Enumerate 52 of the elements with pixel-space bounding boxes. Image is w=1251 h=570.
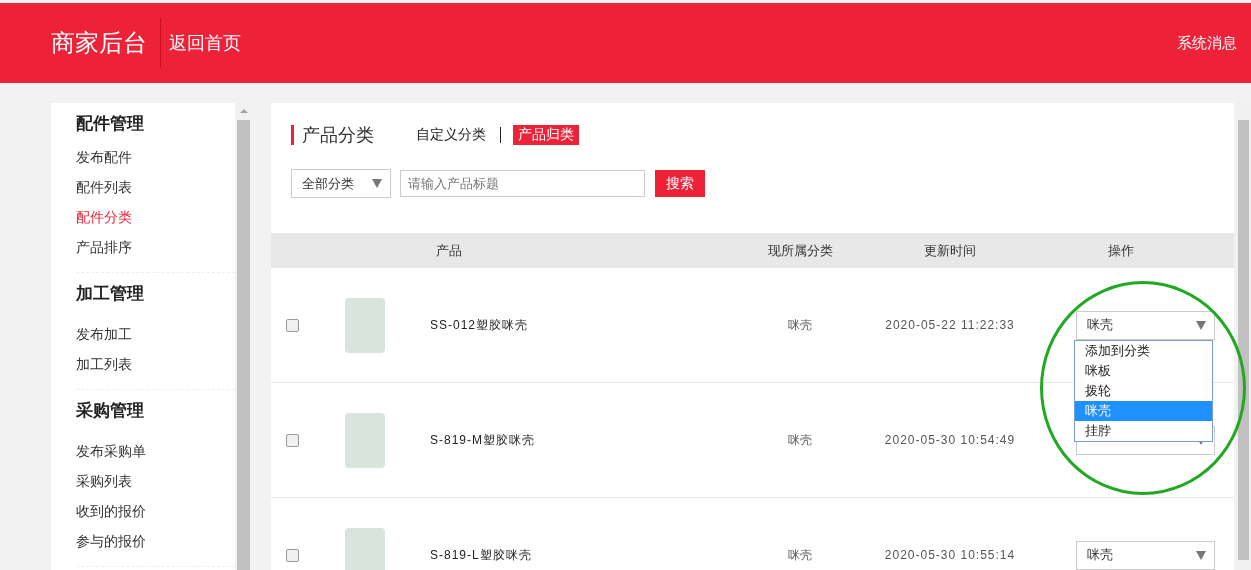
product-name: S-819-M塑胶咪壳 [429,431,536,449]
photo-placeholder [345,527,385,570]
category-cell-text: 咪壳 [787,546,813,564]
category-cell-text: 咪壳 [787,431,813,449]
sidebar-item[interactable]: 配件分类 [76,202,132,232]
tab[interactable]: 产品归类 [513,125,579,145]
home-link[interactable]: 返回首页 [169,31,241,55]
column-header: 产品 [435,241,463,260]
category-cell-text: 咪壳 [787,316,813,334]
category-select[interactable]: 咪壳 [1075,540,1215,570]
page-title: 产品分类 [291,125,374,145]
dropdown-option[interactable]: 添加到分类 [1075,340,1212,361]
dropdown-arrow-icon [372,179,382,188]
sidebar-item[interactable]: 加工列表 [76,349,132,379]
sidebar-item[interactable]: 发布加工 [76,319,132,349]
category-select[interactable]: 咪壳 [1075,310,1215,340]
time-cell-text: 2020-05-30 10:55:14 [883,548,1017,562]
sidebar-item[interactable]: 参与的报价 [76,526,146,556]
dropdown-arrow-icon [1195,320,1206,330]
sidebar-item[interactable]: 采购列表 [76,466,132,496]
column-header: 更新时间 [923,241,977,260]
messages-link[interactable]: 系统消息 [1177,33,1237,53]
dropdown-arrow-icon [1195,550,1206,560]
dropdown-option[interactable]: 挂脖 [1075,420,1212,441]
category-select[interactable]: 全部分类 [291,169,391,198]
sidebar-group-title: 加工管理 [76,284,144,304]
scroll-up-icon[interactable] [240,109,248,113]
search-field[interactable]: 请输入产品标题 [400,170,645,197]
photo-placeholder [345,297,385,353]
sidebar-group-title: 配件管理 [76,114,144,134]
tab[interactable]: 自定义分类 [411,125,491,145]
time-cell-text: 2020-05-22 11:22:33 [884,318,1016,332]
product-name: S-819-L塑胶咪壳 [429,546,533,564]
row-checkbox[interactable] [286,433,299,447]
column-header: 现所属分类 [766,241,834,260]
sidebar-item[interactable]: 收到的报价 [76,496,146,526]
search-button[interactable]: 搜索 [655,170,705,197]
dropdown-option[interactable]: 咪板 [1075,360,1212,381]
row-checkbox[interactable] [286,318,299,332]
scroll-thumb[interactable] [1238,120,1249,560]
sidebar-group-title: 采购管理 [76,401,144,421]
dropdown-option[interactable]: 拨轮 [1075,380,1212,401]
sidebar-item[interactable]: 发布配件 [76,142,132,172]
site-logo: 商家后台 [51,28,147,58]
sidebar-item[interactable]: 发布采购单 [76,436,146,466]
photo-placeholder [345,412,385,468]
sidebar-item[interactable]: 产品排序 [76,232,132,262]
sidebar-item[interactable]: 配件列表 [76,172,132,202]
product-name: SS-012塑胶咪壳 [429,316,530,334]
time-cell-text: 2020-05-30 10:54:49 [883,433,1017,447]
row-checkbox[interactable] [286,548,299,562]
column-header: 操作 [1107,241,1135,260]
